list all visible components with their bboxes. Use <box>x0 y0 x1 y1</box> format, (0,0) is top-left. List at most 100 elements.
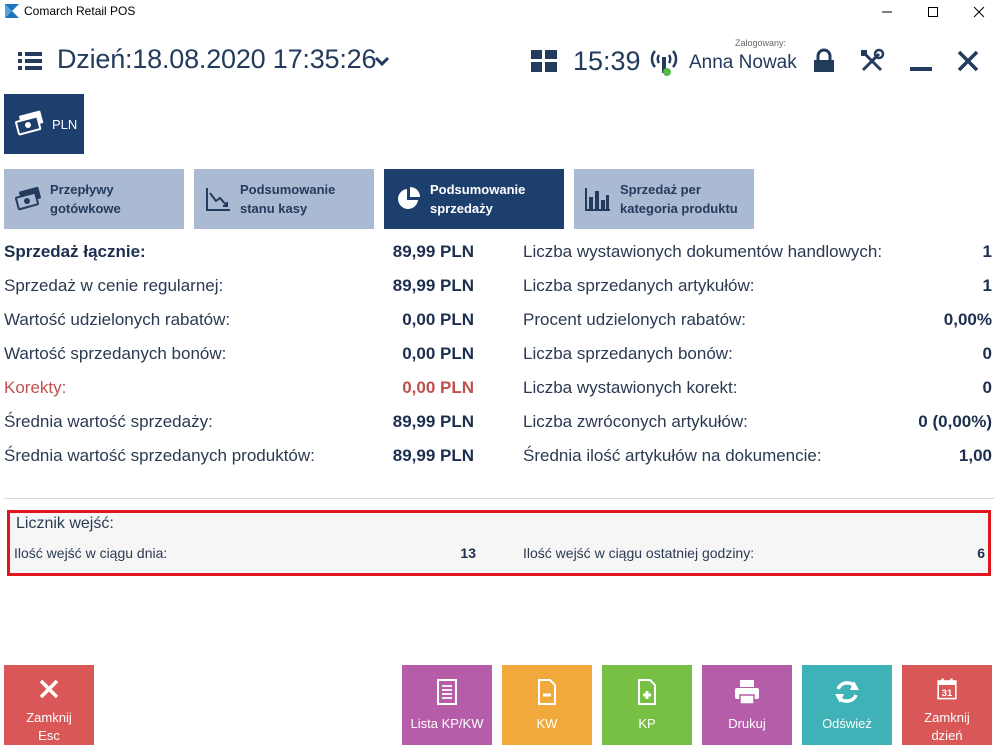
clock-time: 15:39 <box>573 46 641 76</box>
button-label: Odśwież <box>822 716 872 731</box>
stat-value: 89,99 PLN <box>392 242 474 261</box>
stat-discounts-value: Wartość udzielonych rabatów: 0,00 PLN <box>4 310 474 340</box>
stat-value: 89,99 PLN <box>392 276 474 295</box>
tab-sales-summary[interactable]: Podsumowanie sprzedaży <box>384 169 564 229</box>
pos-window: Comarch Retail POS Dzień:18.08.2020 17:3… <box>0 0 1002 748</box>
stat-average-sale: Średnia wartość sprzedaży: 89,99 PLN <box>4 412 474 442</box>
stat-value: 1 <box>982 242 992 261</box>
stat-value: 0 <box>982 378 992 397</box>
stat-vouchers-value: Wartość sprzedanych bonów: 0,00 PLN <box>4 344 474 374</box>
button-label: Lista KP/KW <box>410 716 484 731</box>
business-day-date[interactable]: Dzień:18.08.2020 17:35:26 <box>57 44 376 75</box>
entries-last-hour-label: Ilość wejść w ciągu ostatniej godziny: <box>523 545 755 561</box>
logged-in-label: Zalogowany: <box>735 38 787 48</box>
tab-cash-state-summary[interactable]: Podsumowanie stanu kasy <box>194 169 374 229</box>
logged-user-name: Anna Nowak <box>689 52 797 73</box>
lock-icon[interactable] <box>811 48 837 74</box>
stat-value: 1,00 <box>958 446 992 465</box>
chevron-down-icon[interactable] <box>371 50 393 72</box>
stat-label: Średnia wartość sprzedaży: <box>4 412 213 431</box>
stat-value: 1 <box>982 276 992 295</box>
button-label: Zamknij Esc <box>26 710 72 743</box>
stat-discount-percent: Procent udzielonych rabatów: 0,00% <box>523 310 992 340</box>
tab-label: Przepływy gotówkowe <box>50 182 121 216</box>
stat-documents-count: Liczba wystawionych dokumentów handlowyc… <box>523 242 992 272</box>
entries-last-hour: Ilość wejść w ciągu ostatniej godziny: 6 <box>523 545 985 567</box>
window-titlebar: Comarch Retail POS <box>0 0 1002 24</box>
stat-label: Liczba sprzedanych bonów: <box>523 344 733 363</box>
minimize-icon[interactable] <box>908 48 934 74</box>
divider <box>4 498 994 499</box>
cash-out-kw-button[interactable]: KW <box>502 665 592 745</box>
cash-in-kp-button[interactable]: KP <box>602 665 692 745</box>
cash-doc-list-button[interactable]: Lista KP/KW <box>402 665 492 745</box>
stat-average-items-per-document: Średnia ilość artykułów na dokumencie: 1… <box>523 446 992 476</box>
refresh-icon <box>835 681 859 703</box>
stat-label: Korekty: <box>4 378 67 397</box>
doc-minus-icon <box>538 679 556 705</box>
stat-items-sold: Liczba sprzedanych artykułów: 1 <box>523 276 992 306</box>
doc-plus-icon <box>638 679 656 705</box>
stat-value: 0,00 PLN <box>402 344 474 363</box>
printer-icon <box>735 680 759 705</box>
window-minimize-icon <box>882 11 892 13</box>
tab-label: Podsumowanie sprzedaży <box>430 182 526 216</box>
pie-chart-icon <box>398 187 420 209</box>
tab-label: Podsumowanie stanu kasy <box>240 182 336 216</box>
stat-label: Liczba wystawionych korekt: <box>523 378 738 397</box>
grid-icon[interactable] <box>531 50 557 72</box>
button-label: Zamknij dzień <box>924 710 970 743</box>
stat-total-sales: Sprzedaż łącznie: 89,99 PLN <box>4 242 474 272</box>
calendar-icon: 31 <box>937 678 957 700</box>
window-minimize-button[interactable] <box>864 0 910 24</box>
stat-value: 0,00 PLN <box>402 378 474 397</box>
window-maximize-button[interactable] <box>910 0 956 24</box>
tab-sales-by-category[interactable]: Sprzedaż per kategoria produktu <box>574 169 754 229</box>
tab-cash-flows[interactable]: Przepływy gotówkowe <box>4 169 184 229</box>
banknotes-icon <box>15 186 41 211</box>
entries-last-hour-value: 6 <box>977 545 985 561</box>
stat-regular-price-sales: Sprzedaż w cenie regularnej: 89,99 PLN <box>4 276 474 306</box>
stat-vouchers-count: Liczba sprzedanych bonów: 0 <box>523 344 992 374</box>
print-button[interactable]: Drukuj <box>702 665 792 745</box>
button-label: Drukuj <box>728 716 766 731</box>
entries-per-day-label: Ilość wejść w ciągu dnia: <box>14 545 168 561</box>
stat-corrections-count: Liczba wystawionych korekt: 0 <box>523 378 992 408</box>
stat-average-product-value: Średnia wartość sprzedanych produktów: 8… <box>4 446 474 476</box>
currency-button[interactable]: PLN <box>4 94 84 154</box>
window-close-icon <box>973 6 985 18</box>
close-x-icon <box>39 679 59 699</box>
entry-counter-panel: Licznik wejść: Ilość wejść w ciągu dnia:… <box>7 510 991 576</box>
stat-value: 0,00% <box>943 310 992 329</box>
stat-value: 89,99 PLN <box>392 412 474 431</box>
entry-counter-title: Licznik wejść: <box>16 515 114 532</box>
stat-label: Wartość udzielonych rabatów: <box>4 310 231 329</box>
list-doc-icon <box>437 679 457 705</box>
window-maximize-icon <box>928 7 938 17</box>
stat-value: 89,99 PLN <box>392 446 474 465</box>
calendar-day-number: 31 <box>942 688 953 699</box>
bar-chart-icon <box>585 188 610 211</box>
stat-label: Sprzedaż w cenie regularnej: <box>4 276 224 295</box>
menu-icon[interactable] <box>16 47 44 75</box>
close-day-button[interactable]: 31 Zamknij dzień <box>902 665 992 745</box>
entries-per-day-value: 13 <box>460 545 476 561</box>
window-title: Comarch Retail POS <box>24 4 136 18</box>
button-label: KW <box>536 716 558 731</box>
stat-corrections: Korekty: 0,00 PLN <box>4 378 474 408</box>
banknotes-icon <box>15 110 44 136</box>
signal-icon <box>650 50 678 76</box>
currency-label: PLN <box>52 116 78 132</box>
tools-icon[interactable] <box>859 48 885 74</box>
stat-label: Wartość sprzedanych bonów: <box>4 344 227 363</box>
stat-label: Średnia ilość artykułów na dokumencie: <box>523 446 822 465</box>
app-logo-icon <box>4 3 20 19</box>
close-icon[interactable] <box>955 48 981 74</box>
window-close-button[interactable] <box>956 0 1002 24</box>
close-esc-button[interactable]: Zamknij Esc <box>4 665 94 745</box>
refresh-button[interactable]: Odśwież <box>802 665 892 745</box>
tab-label: Sprzedaż per kategoria produktu <box>620 182 738 216</box>
stat-value: 0 <box>982 344 992 363</box>
stat-label: Liczba sprzedanych artykułów: <box>523 276 755 295</box>
button-label: KP <box>638 716 656 731</box>
